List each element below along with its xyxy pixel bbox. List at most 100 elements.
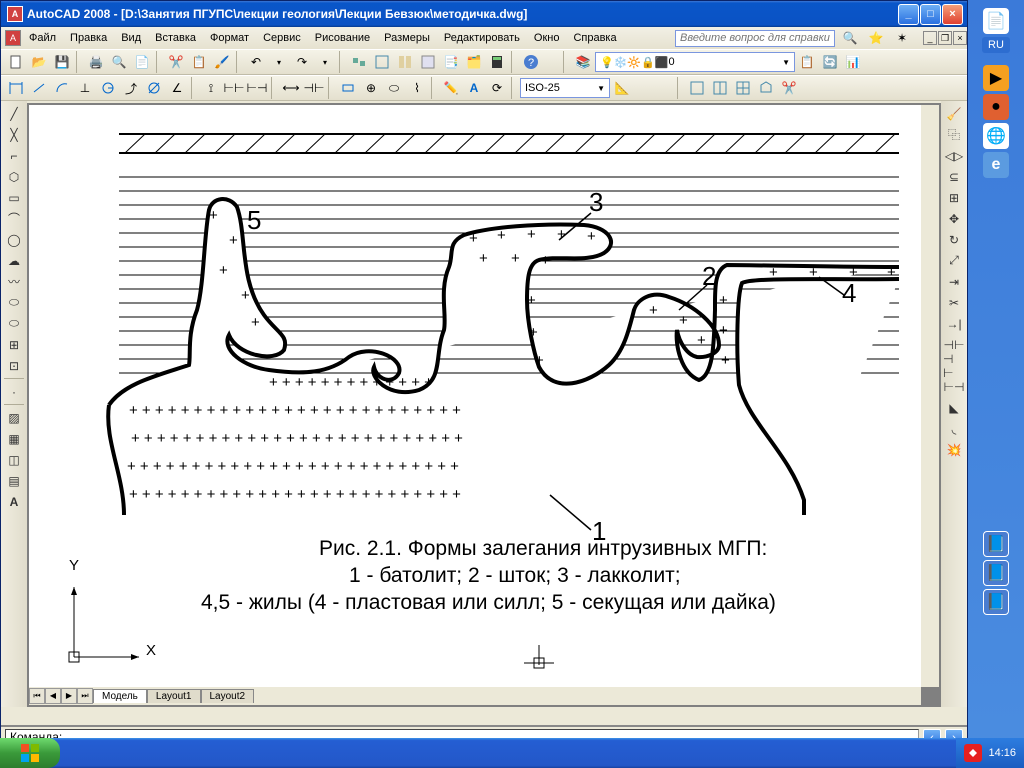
layer-dropdown[interactable]: 💡❄️🔆🔒⬛ 0 ▼ <box>595 52 795 72</box>
arc-icon[interactable]: ⌒ <box>3 208 25 229</box>
dim-tedit-icon[interactable]: A <box>463 77 485 99</box>
doc-shortcut-3[interactable]: 📘 <box>983 589 1009 615</box>
viewport-3-icon[interactable] <box>732 77 754 99</box>
ellipse-icon[interactable]: ⬭ <box>3 292 25 313</box>
region-icon[interactable]: ◫ <box>3 449 25 470</box>
hatch-icon[interactable]: ▨ <box>3 407 25 428</box>
mdi-restore-button[interactable]: ❐ <box>938 31 952 45</box>
inspect-icon[interactable]: ⬭ <box>383 77 405 99</box>
comm-icon[interactable]: ✶ <box>891 27 913 49</box>
move-icon[interactable]: ✥ <box>943 208 965 229</box>
dim-radius-icon[interactable] <box>97 77 119 99</box>
dim-diameter-icon[interactable] <box>143 77 165 99</box>
dim-jogged-icon[interactable]: ⤴ <box>120 77 142 99</box>
tab-prev-icon[interactable]: ◀ <box>45 688 61 704</box>
copy-icon[interactable]: ⿻ <box>943 124 965 145</box>
qselect-icon[interactable] <box>371 51 393 73</box>
mirror-icon[interactable]: ◁▷ <box>943 145 965 166</box>
menu-draw[interactable]: Рисование <box>309 30 376 46</box>
line-icon[interactable]: ╱ <box>3 103 25 124</box>
viewport-1-icon[interactable] <box>686 77 708 99</box>
help-search-input[interactable] <box>675 30 835 47</box>
dc-icon[interactable] <box>394 51 416 73</box>
fillet-icon[interactable]: ◟ <box>943 418 965 439</box>
spline-icon[interactable]: 〰 <box>3 271 25 292</box>
point-icon[interactable]: · <box>3 381 25 402</box>
dim-ordinate-icon[interactable]: ⊥ <box>74 77 96 99</box>
undo-drop-icon[interactable]: ▾ <box>268 51 290 73</box>
mtext-icon[interactable]: A <box>3 491 25 512</box>
media-player-icon[interactable]: ▶ <box>983 65 1009 91</box>
scale-icon[interactable]: ⤢ <box>943 250 965 271</box>
menu-modify[interactable]: Редактировать <box>438 30 526 46</box>
revcloud-icon[interactable]: ☁ <box>3 250 25 271</box>
dim-linear-icon[interactable] <box>5 77 27 99</box>
mdi-minimize-button[interactable]: _ <box>923 31 937 45</box>
center-icon[interactable]: ⊕ <box>360 77 382 99</box>
start-button[interactable] <box>0 738 60 768</box>
dim-aligned-icon[interactable] <box>28 77 50 99</box>
language-indicator[interactable]: RU <box>982 37 1010 53</box>
explode-icon[interactable]: 💥 <box>943 439 965 460</box>
menu-tools[interactable]: Сервис <box>257 30 307 46</box>
redo-drop-icon[interactable]: ▾ <box>314 51 336 73</box>
viewport-join-icon[interactable]: ✂️ <box>778 77 800 99</box>
menu-edit[interactable]: Правка <box>64 30 113 46</box>
viewport-poly-icon[interactable] <box>755 77 777 99</box>
open-icon[interactable]: 📂 <box>28 51 50 73</box>
rotate-icon[interactable]: ↻ <box>943 229 965 250</box>
ellipse-arc-icon[interactable]: ⬭ <box>3 313 25 334</box>
table-icon[interactable]: ▤ <box>3 470 25 491</box>
preview-icon[interactable]: 🔍 <box>108 51 130 73</box>
polygon-icon[interactable]: ⬡ <box>3 166 25 187</box>
erase-icon[interactable]: 🧹 <box>943 103 965 124</box>
tolerance-icon[interactable] <box>337 77 359 99</box>
dim-edit-icon[interactable]: ✏️ <box>440 77 462 99</box>
tp-icon[interactable] <box>417 51 439 73</box>
rectangle-icon[interactable]: ▭ <box>3 187 25 208</box>
mdi-close-button[interactable]: × <box>953 31 967 45</box>
extend-icon[interactable]: →| <box>943 313 965 334</box>
offset-icon[interactable]: ⊆ <box>943 166 965 187</box>
chamfer-icon[interactable]: ◣ <box>943 397 965 418</box>
calc-icon[interactable] <box>486 51 508 73</box>
sidebar-shortcut-3[interactable]: 🌐 <box>983 123 1009 149</box>
menu-window[interactable]: Окно <box>528 30 566 46</box>
sidebar-shortcut-1[interactable]: 📄 <box>983 8 1009 34</box>
pline-icon[interactable]: ⌐ <box>3 145 25 166</box>
layerstate-icon[interactable]: 📊 <box>842 51 864 73</box>
layermgr-icon[interactable]: 📋 <box>796 51 818 73</box>
insert-icon[interactable]: ⊞ <box>3 334 25 355</box>
dim-arc-icon[interactable] <box>51 77 73 99</box>
tray-clock[interactable]: 14:16 <box>988 747 1016 759</box>
dim-angular-icon[interactable]: ∠ <box>166 77 188 99</box>
redo-icon[interactable]: ↷ <box>291 51 313 73</box>
gradient-icon[interactable]: ▦ <box>3 428 25 449</box>
tab-layout1[interactable]: Layout1 <box>147 689 201 703</box>
titlebar[interactable]: A AutoCAD 2008 - [D:\Занятия ПГУПС\лекци… <box>1 1 967 27</box>
tab-next-icon[interactable]: ▶ <box>61 688 77 704</box>
publish-icon[interactable]: 📄 <box>131 51 153 73</box>
new-icon[interactable] <box>5 51 27 73</box>
block-icon[interactable] <box>348 51 370 73</box>
ssm-icon[interactable]: 📑 <box>440 51 462 73</box>
minimize-button[interactable]: _ <box>898 4 919 25</box>
dim-baseline-icon[interactable]: ⊢⊢ <box>223 77 245 99</box>
print-icon[interactable]: 🖨️ <box>85 51 107 73</box>
match-icon[interactable]: 🖌️ <box>211 51 233 73</box>
dim-break-icon[interactable]: ⊣⊢ <box>303 77 325 99</box>
menu-insert[interactable]: Вставка <box>149 30 202 46</box>
tab-layout2[interactable]: Layout2 <box>201 689 255 703</box>
dim-continue-icon[interactable]: ⊢⊣ <box>246 77 268 99</box>
menu-help[interactable]: Справка <box>567 30 622 46</box>
jogline-icon[interactable]: ⌇ <box>406 77 428 99</box>
layerprev-icon[interactable]: 🔄 <box>819 51 841 73</box>
menu-dimension[interactable]: Размеры <box>378 30 436 46</box>
join-icon[interactable]: ⊢⊣ <box>943 376 965 397</box>
maximize-button[interactable]: □ <box>920 4 941 25</box>
sidebar-shortcut-2[interactable]: ● <box>983 94 1009 120</box>
vertical-scrollbar[interactable] <box>921 105 939 687</box>
stretch-icon[interactable]: ⇥ <box>943 271 965 292</box>
menu-view[interactable]: Вид <box>115 30 147 46</box>
infocenter-icon[interactable]: ⭐ <box>865 27 887 49</box>
